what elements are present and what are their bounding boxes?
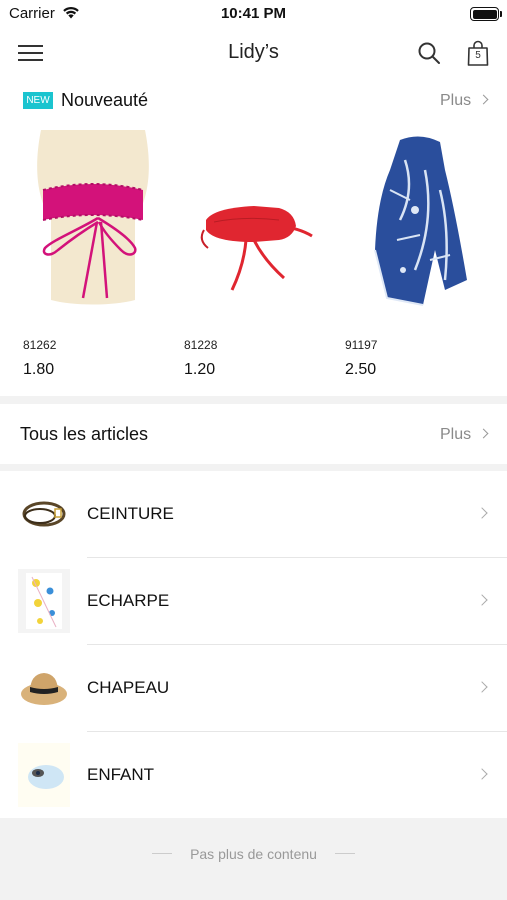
- chevron-right-icon: [476, 768, 488, 780]
- chevron-right-icon: [478, 94, 489, 105]
- category-item-echarpe[interactable]: ECHARPE: [0, 558, 507, 645]
- end-of-content-footer: Pas plus de contenu: [0, 818, 507, 900]
- category-label: ENFANT: [87, 765, 155, 784]
- new-arrivals-more-link[interactable]: Plus: [440, 92, 489, 110]
- battery-tip: [500, 11, 502, 17]
- category-item-chapeau[interactable]: CHAPEAU: [0, 645, 507, 732]
- navigation-bar: Lidy’s 5: [0, 28, 507, 78]
- product-card[interactable]: 81262 1.80: [23, 130, 178, 390]
- product-image-red-belt: [184, 130, 339, 326]
- category-thumb-hat: [18, 656, 70, 720]
- footer-divider-right: [335, 853, 355, 854]
- product-price: 1.80: [23, 361, 55, 378]
- new-arrivals-section: NEW Nouveauté Plus 81262 1.80 81228 1.20…: [0, 78, 507, 396]
- menu-icon[interactable]: [18, 43, 43, 63]
- battery-icon: [470, 7, 499, 21]
- search-icon[interactable]: [417, 41, 441, 65]
- category-thumb-kids: [18, 743, 70, 807]
- more-label: Plus: [440, 92, 472, 109]
- category-label: CHAPEAU: [87, 678, 170, 697]
- product-price: 1.20: [184, 361, 216, 378]
- status-bar: Carrier 10:41 PM: [0, 0, 507, 28]
- category-list: CEINTURE ECHARPE CHAPEAU ENFANT: [0, 471, 507, 818]
- more-label: Plus: [440, 426, 472, 443]
- end-of-content-text: Pas plus de contenu: [190, 846, 317, 862]
- new-badge: NEW: [23, 92, 53, 109]
- new-arrivals-title: Nouveauté: [61, 90, 149, 110]
- product-price: 2.50: [345, 361, 377, 378]
- product-code: 81228: [184, 338, 218, 352]
- category-item-ceinture[interactable]: CEINTURE: [0, 471, 507, 558]
- all-articles-title: Tous les articles: [20, 424, 149, 444]
- product-carousel[interactable]: 81262 1.80 81228 1.20 91197 2.50: [0, 130, 507, 390]
- clock: 10:41 PM: [220, 5, 287, 22]
- category-label: ECHARPE: [87, 591, 170, 610]
- category-thumb-scarf: [18, 569, 70, 633]
- chevron-right-icon: [476, 681, 488, 693]
- new-arrivals-header: NEW Nouveauté Plus: [0, 78, 507, 122]
- category-item-enfant[interactable]: ENFANT: [0, 732, 507, 819]
- product-image-blue-scarf: [345, 130, 500, 326]
- category-thumb-belt: [18, 482, 70, 546]
- chevron-right-icon: [476, 594, 488, 606]
- chevron-right-icon: [476, 507, 488, 519]
- product-card[interactable]: 91197 2.50: [345, 130, 500, 390]
- product-card[interactable]: 81228 1.20: [184, 130, 339, 390]
- all-articles-more-link[interactable]: Plus: [440, 426, 489, 444]
- product-image-pink-belt: [23, 130, 178, 326]
- product-code: 81262: [23, 338, 57, 352]
- product-code: 91197: [345, 338, 378, 352]
- category-label: CEINTURE: [87, 504, 174, 523]
- all-articles-row[interactable]: Tous les articles Plus: [0, 404, 507, 464]
- chevron-right-icon: [478, 428, 489, 439]
- shopping-bag-icon[interactable]: 5: [466, 40, 490, 66]
- cart-count-badge: 5: [475, 50, 481, 61]
